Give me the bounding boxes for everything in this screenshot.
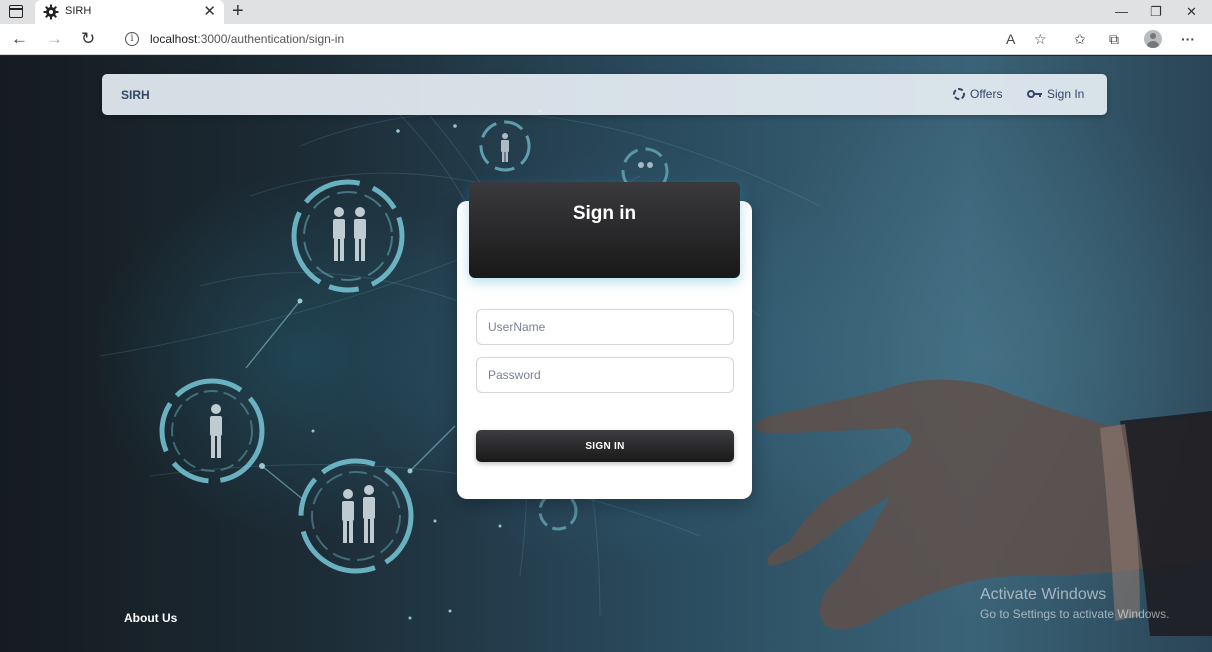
url-text[interactable]: localhost:3000/authentication/sign-in [150, 32, 344, 46]
page-content: SIRH Offers Sign In Sign in SIGN IN Abou… [0, 56, 1212, 652]
tab-title: SIRH [65, 5, 92, 17]
url-field[interactable]: i localhost:3000/authentication/sign-in [110, 27, 1070, 52]
info-icon[interactable]: i [125, 32, 139, 46]
url-host: localhost [150, 32, 198, 46]
watermark-title: Activate Windows [980, 586, 1107, 603]
read-aloud-icon[interactable]: A [1006, 31, 1015, 48]
signin-card-header: Sign in [469, 182, 740, 278]
window-close-icon[interactable]: ✕ [1186, 3, 1197, 20]
close-icon[interactable]: ✕ [203, 3, 216, 20]
collections-icon[interactable]: ⧉ [1109, 31, 1119, 48]
page-title: Sign in [572, 203, 637, 224]
brand-logo[interactable]: SIRH [121, 88, 150, 102]
profile-avatar[interactable] [1144, 30, 1162, 48]
top-navbar: SIRH Offers Sign In [102, 74, 1107, 115]
sign-in-button[interactable]: SIGN IN [476, 430, 734, 462]
key-icon [1027, 90, 1042, 98]
nav-link-sign-in[interactable]: Sign In [1027, 87, 1084, 101]
plus-icon[interactable]: + [232, 0, 244, 22]
watermark-subtitle: Go to Settings to activate Windows. [980, 607, 1170, 621]
nav-link-label: Offers [970, 87, 1003, 101]
tab-actions-icon[interactable] [9, 5, 23, 18]
password-input[interactable] [476, 357, 734, 393]
about-us-link[interactable]: About Us [124, 611, 177, 625]
activate-windows-watermark: Activate Windows Go to Settings to activ… [980, 586, 1169, 621]
back-arrow-icon[interactable]: ← [11, 29, 28, 49]
add-favorite-icon[interactable]: ☆ [1034, 31, 1047, 48]
nav-link-offers[interactable]: Offers [952, 87, 1002, 101]
address-bar: ← → ↻ i localhost:3000/authentication/si… [0, 24, 1212, 55]
refresh-icon[interactable]: ↻ [81, 29, 95, 49]
nav-link-label: Sign In [1047, 87, 1085, 101]
url-path: :3000/authentication/sign-in [197, 32, 345, 46]
browser-tab[interactable]: SIRH ✕ [35, 0, 224, 24]
forward-arrow-icon[interactable]: → [46, 29, 63, 49]
spinner-icon [953, 88, 965, 100]
restore-icon[interactable]: ❐ [1150, 3, 1162, 20]
username-input[interactable] [476, 309, 734, 345]
browser-tab-bar: SIRH ✕ + — ❐ ✕ [0, 0, 1212, 24]
more-icon[interactable]: ··· [1181, 31, 1195, 48]
minimize-icon[interactable]: — [1115, 3, 1128, 20]
favorites-icon[interactable]: ✩ [1074, 31, 1086, 48]
gear-icon [43, 4, 59, 20]
